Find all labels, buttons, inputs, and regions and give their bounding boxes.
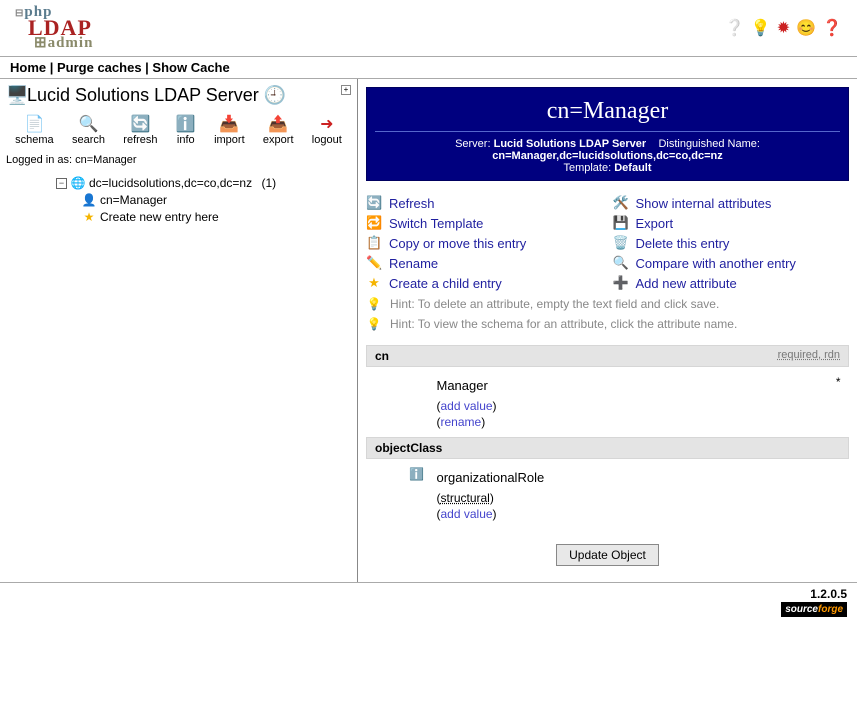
rename-icon: ✏️ — [366, 255, 382, 271]
trash-icon: 🗑️ — [613, 235, 629, 251]
menu-bar: Home | Purge caches | Show Cache — [0, 56, 857, 79]
logged-in-as: Logged in as: cn=Manager — [6, 154, 351, 166]
cn-rename[interactable]: rename — [441, 415, 482, 429]
clock-icon[interactable]: 🕘 — [264, 85, 280, 106]
app-logo: ⊟php LDAP ⊞admin — [15, 5, 93, 51]
attr-objectclass-value[interactable] — [437, 467, 787, 489]
export-icon: 💾 — [613, 215, 629, 231]
toolbar-info[interactable]: ℹ️info — [176, 114, 196, 146]
lightbulb-off-icon: 💡 — [366, 317, 382, 331]
star-icon: ★ — [366, 275, 382, 291]
lightbulb-off-icon: 💡 — [366, 297, 382, 311]
toolbar-logout[interactable]: ➜logout — [312, 114, 342, 146]
menu-home[interactable]: Home — [10, 60, 46, 75]
server-icon: 🖥️ — [6, 85, 22, 106]
server-title: Lucid Solutions LDAP Server — [27, 85, 259, 106]
hint-delete: 💡 Hint: To delete an attribute, empty th… — [366, 297, 849, 311]
action-copy-move[interactable]: Copy or move this entry — [389, 236, 526, 251]
toolbar-refresh[interactable]: 🔄refresh — [123, 114, 157, 146]
toolbar-schema[interactable]: 📄schema — [15, 114, 54, 146]
hint-schema: 💡 Hint: To view the schema for an attrib… — [366, 317, 849, 331]
action-compare[interactable]: Compare with another entry — [636, 256, 796, 271]
expand-sidebar-icon[interactable]: + — [341, 85, 351, 95]
add-icon: ➕ — [613, 275, 629, 291]
attr-cn-value[interactable] — [437, 375, 787, 397]
tree-create-entry[interactable]: ★ Create new entry here — [6, 210, 351, 224]
menu-purge[interactable]: Purge caches — [57, 60, 142, 75]
version-label: 1.2.0.5 — [10, 587, 847, 601]
smiley-icon[interactable]: 😊 — [796, 18, 816, 38]
template-icon: 🔁 — [366, 215, 382, 231]
cn-add-value[interactable]: add value — [441, 399, 493, 413]
action-refresh[interactable]: Refresh — [389, 196, 435, 211]
attr-objectclass-header[interactable]: objectClass — [367, 438, 849, 459]
objectclass-add-value[interactable]: add value — [441, 507, 493, 521]
action-show-internal[interactable]: Show internal attributes — [636, 196, 772, 211]
question-icon[interactable]: ❓ — [822, 18, 842, 38]
action-rename[interactable]: Rename — [389, 256, 438, 271]
bug-icon[interactable]: ✹ — [777, 18, 790, 38]
toolbar-export[interactable]: 📤export — [263, 114, 294, 146]
entry-title: cn=Manager — [367, 98, 848, 125]
help-icon[interactable]: ❔ — [725, 18, 745, 38]
compare-icon: 🔍 — [613, 255, 629, 271]
lightbulb-icon[interactable]: 💡 — [751, 18, 771, 38]
user-icon: 👤 — [81, 193, 97, 207]
action-create-child[interactable]: Create a child entry — [389, 276, 502, 291]
copy-icon: 📋 — [366, 235, 382, 251]
structural-label: structural — [441, 491, 490, 505]
update-object-button[interactable]: Update Object — [556, 544, 659, 566]
action-delete[interactable]: Delete this entry — [636, 236, 730, 251]
tree-item-manager[interactable]: 👤 cn=Manager — [6, 193, 351, 207]
globe-icon: 🌐 — [70, 176, 86, 190]
toolbar-search[interactable]: 🔍search — [72, 114, 105, 146]
sourceforge-badge[interactable]: sourceforge — [781, 602, 847, 617]
tree-root[interactable]: − 🌐 dc=lucidsolutions,dc=co,dc=nz (1) — [6, 176, 351, 190]
menu-show-cache[interactable]: Show Cache — [152, 60, 229, 75]
collapse-icon[interactable]: − — [56, 178, 67, 189]
toolbar-import[interactable]: 📥import — [214, 114, 245, 146]
required-star: * — [830, 375, 841, 429]
action-export[interactable]: Export — [636, 216, 674, 231]
refresh-icon: 🔄 — [366, 195, 382, 211]
action-add-attr[interactable]: Add new attribute — [636, 276, 737, 291]
info-icon[interactable]: ℹ️ — [409, 467, 425, 481]
action-switch-template[interactable]: Switch Template — [389, 216, 483, 231]
attr-cn-header[interactable]: cn required, rdn — [367, 346, 849, 367]
tools-icon: 🛠️ — [613, 195, 629, 211]
entry-header: cn=Manager Server: Lucid Solutions LDAP … — [366, 87, 849, 181]
star-icon: ★ — [81, 210, 97, 224]
